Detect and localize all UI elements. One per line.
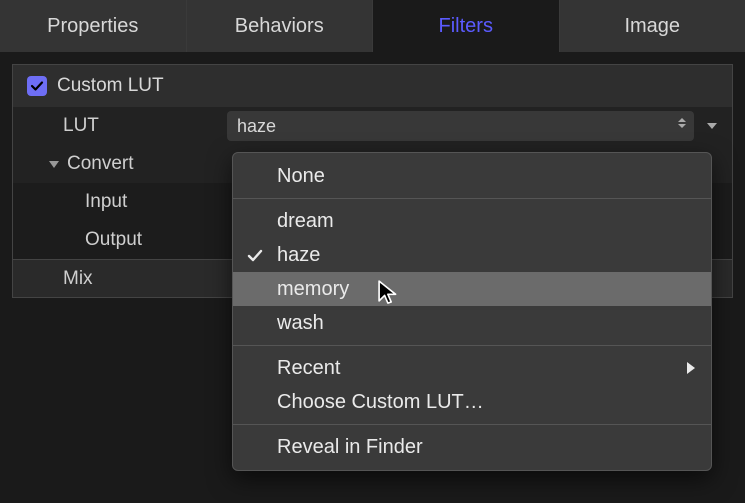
menu-item-choose[interactable]: Choose Custom LUT…	[233, 385, 711, 419]
tab-filters[interactable]: Filters	[373, 0, 560, 52]
enable-filter-checkbox[interactable]	[27, 76, 47, 96]
disclosure-triangle-icon[interactable]	[49, 161, 59, 168]
menu-item-label: Recent	[277, 357, 340, 380]
tab-properties[interactable]: Properties	[0, 0, 187, 52]
menu-item-label: haze	[277, 244, 320, 267]
menu-item-haze[interactable]: haze	[233, 238, 711, 272]
tab-behaviors[interactable]: Behaviors	[187, 0, 374, 52]
lut-dropdown-menu: None dream haze memory wash Recent Choos…	[232, 152, 712, 471]
menu-separator	[233, 198, 711, 199]
section-header-custom-lut: Custom LUT	[13, 65, 732, 107]
updown-icon	[678, 124, 686, 128]
menu-separator	[233, 424, 711, 425]
menu-item-dream[interactable]: dream	[233, 204, 711, 238]
menu-item-recent[interactable]: Recent	[233, 351, 711, 385]
menu-item-wash[interactable]: wash	[233, 306, 711, 340]
menu-separator	[233, 345, 711, 346]
checkmark-icon	[247, 247, 263, 263]
section-title: Custom LUT	[57, 75, 164, 97]
lut-popup[interactable]: haze	[227, 111, 694, 141]
param-reset-lut[interactable]	[700, 123, 724, 129]
submenu-arrow-icon	[687, 362, 695, 374]
param-label-convert: Convert	[67, 153, 134, 175]
param-label-lut: LUT	[27, 115, 227, 137]
menu-item-reveal[interactable]: Reveal in Finder	[233, 430, 711, 464]
param-row-lut: LUT haze	[13, 107, 732, 145]
tab-image[interactable]: Image	[560, 0, 745, 52]
menu-item-memory[interactable]: memory	[233, 272, 711, 306]
inspector-tabbar: Properties Behaviors Filters Image	[0, 0, 745, 52]
param-label-mix: Mix	[27, 268, 227, 290]
menu-item-none[interactable]: None	[233, 159, 711, 193]
chevron-down-icon	[707, 123, 717, 129]
lut-popup-value: haze	[237, 116, 276, 137]
param-label-input: Input	[27, 191, 227, 213]
param-label-output: Output	[27, 229, 227, 251]
